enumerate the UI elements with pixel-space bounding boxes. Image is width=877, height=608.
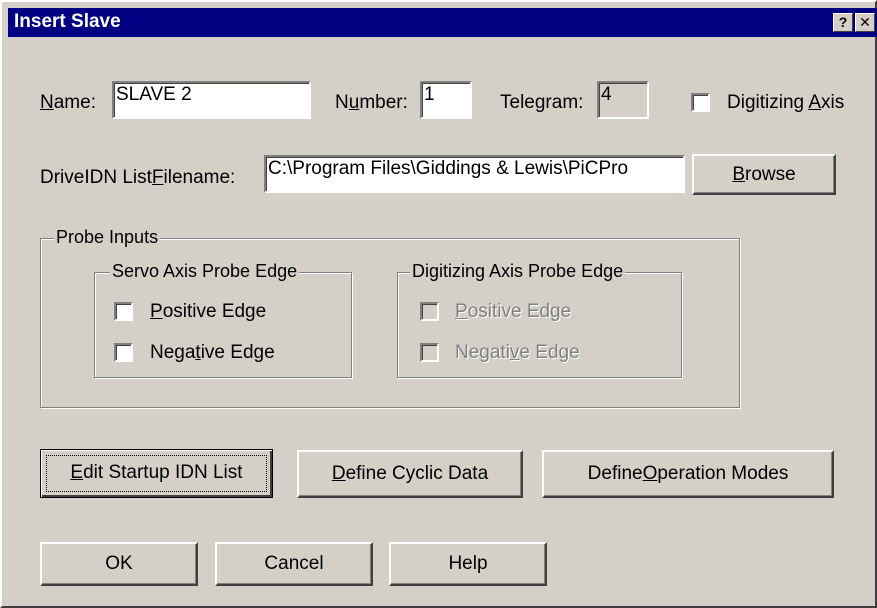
define-operation-modes-button[interactable]: Define Operation Modes — [542, 450, 834, 498]
define-cyclic-data-button[interactable]: Define Cyclic Data — [297, 450, 523, 498]
digitizing-axis-label[interactable]: Digitizing Axis — [727, 92, 844, 114]
digitizing-negative-edge-label: Negative Edge — [455, 342, 580, 363]
number-field[interactable]: 1 — [420, 81, 472, 119]
digitizing-axis-checkbox[interactable] — [691, 93, 710, 112]
probe-inputs-title: Probe Inputs — [54, 227, 161, 248]
telegram-field: 4 — [597, 81, 649, 119]
help-icon[interactable]: ? — [833, 13, 853, 32]
servo-positive-edge-label[interactable]: Positive Edge — [150, 301, 266, 323]
servo-negative-edge-checkbox[interactable] — [114, 343, 133, 362]
servo-positive-edge-checkbox[interactable] — [114, 302, 133, 321]
drive-idn-filename-field[interactable]: C:\Program Files\Giddings & Lewis\PiCPro — [264, 155, 685, 193]
ok-button[interactable]: OK — [40, 542, 198, 586]
number-label: Number: — [335, 92, 408, 113]
focus-ring — [46, 455, 267, 492]
insert-slave-dialog: Insert Slave ? ✕ Name: SLAVE 2 Number: 1… — [0, 0, 877, 608]
name-label: Name: — [40, 92, 96, 113]
digitizing-positive-edge-label: Positive Edge — [455, 301, 572, 322]
name-field[interactable]: SLAVE 2 — [112, 81, 311, 119]
digitizing-probe-edge-title: Digitizing Axis Probe Edge — [410, 261, 626, 282]
help-button[interactable]: Help — [389, 542, 547, 586]
drive-idn-label: DriveIDN ListFilename: — [40, 167, 236, 188]
title-bar[interactable]: Insert Slave ? ✕ — [8, 8, 877, 37]
window-title: Insert Slave — [14, 11, 121, 32]
browse-button[interactable]: Browse — [692, 154, 836, 195]
servo-negative-edge-label[interactable]: Negative Edge — [150, 342, 275, 364]
digitizing-positive-edge-checkbox — [420, 302, 439, 321]
cancel-button[interactable]: Cancel — [215, 542, 373, 586]
close-icon[interactable]: ✕ — [855, 13, 875, 32]
digitizing-negative-edge-checkbox — [420, 343, 439, 362]
servo-probe-edge-title: Servo Axis Probe Edge — [110, 261, 300, 282]
telegram-label: Telegram: — [500, 92, 584, 113]
